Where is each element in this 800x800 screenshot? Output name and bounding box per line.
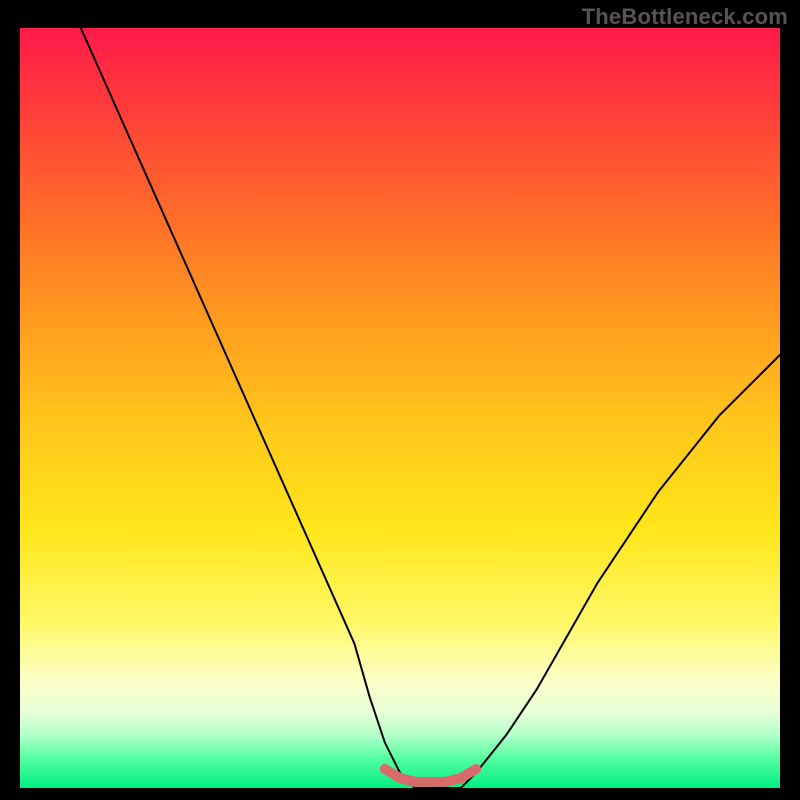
gradient-plot-area bbox=[20, 28, 780, 788]
watermark-text: TheBottleneck.com bbox=[582, 4, 788, 30]
curve-svg bbox=[20, 28, 780, 788]
bottleneck-curve bbox=[81, 28, 780, 788]
chart-frame: TheBottleneck.com bbox=[0, 0, 800, 800]
